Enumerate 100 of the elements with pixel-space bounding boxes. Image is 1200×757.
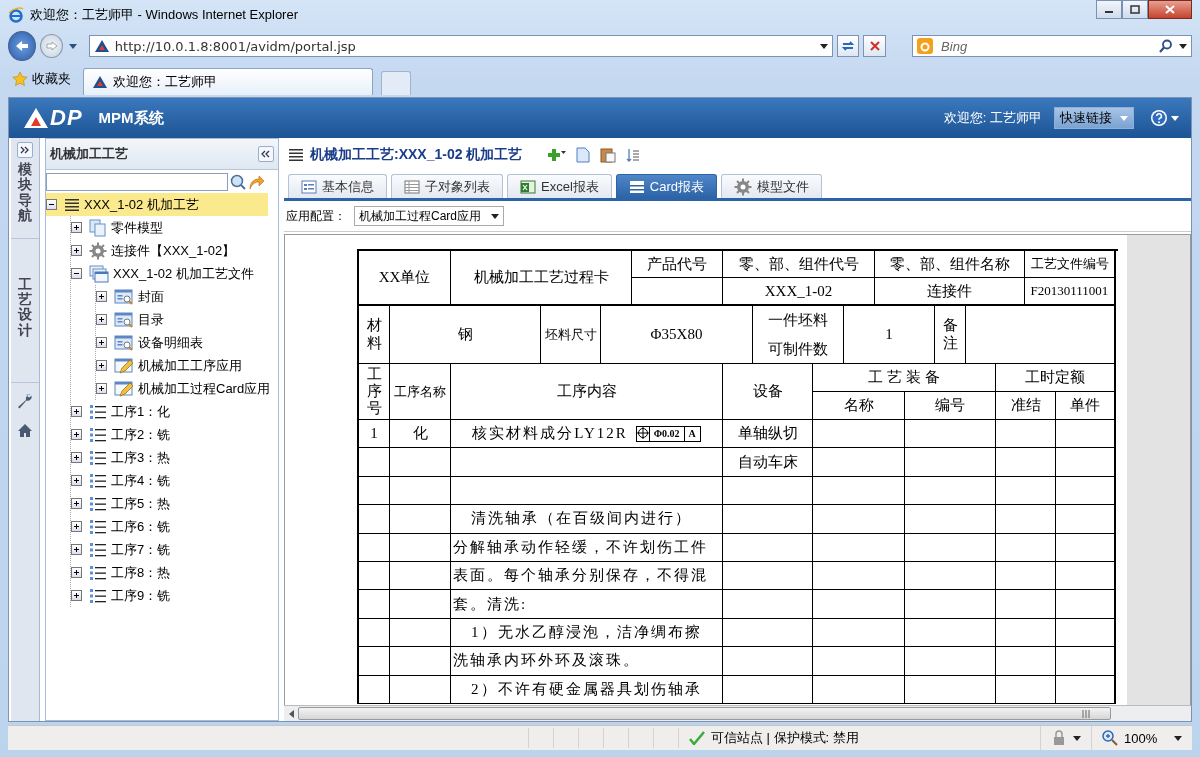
tree-search-field[interactable] — [46, 173, 228, 191]
collapse-toggle[interactable] — [71, 268, 82, 279]
expand-toggle[interactable] — [96, 291, 107, 302]
table-cell: 化 — [390, 420, 451, 449]
tree-item[interactable]: 封面 — [96, 285, 171, 308]
nav-section-tab[interactable]: 模块导航 — [18, 158, 32, 228]
tree-item[interactable]: XXX_1-02 机加工艺 — [46, 193, 268, 216]
expand-panel-button[interactable] — [17, 142, 33, 158]
stop-button[interactable] — [863, 35, 887, 57]
tree-item[interactable]: 工序9：铣 — [71, 584, 178, 607]
numbered-list-icon — [89, 495, 107, 512]
tree-item[interactable]: 机械加工过程Card应用 — [96, 377, 278, 400]
config-dropdown[interactable]: 机械加工过程Card应用 — [354, 206, 504, 226]
history-dropdown[interactable] — [66, 41, 79, 51]
expand-toggle[interactable] — [71, 544, 82, 555]
search-button[interactable] — [230, 174, 246, 190]
expand-toggle[interactable] — [71, 475, 82, 486]
table-cell: 工 艺 装 备 — [813, 364, 996, 392]
expand-toggle[interactable] — [71, 590, 82, 601]
help-button[interactable] — [1148, 107, 1181, 129]
empty-cell — [996, 618, 1056, 648]
expand-toggle[interactable] — [71, 245, 82, 256]
table-cell: 1 — [844, 306, 935, 364]
tree-item[interactable]: 零件模型 — [71, 216, 170, 239]
table-cell: XX单位 — [359, 251, 451, 306]
check-icon — [689, 731, 705, 745]
expand-toggle[interactable] — [71, 452, 82, 463]
tab[interactable]: Excel报表 — [507, 174, 612, 198]
tree-item[interactable]: 工序7：铣 — [71, 538, 178, 561]
quick-links-dropdown[interactable]: 快速链接 — [1054, 107, 1134, 129]
scrollbar-thumb[interactable] — [298, 707, 1111, 720]
search-provider-icon — [917, 38, 934, 54]
expand-toggle[interactable] — [71, 429, 82, 440]
close-button[interactable] — [1148, 0, 1192, 19]
expand-toggle[interactable] — [71, 222, 82, 233]
tree-item[interactable]: 工序8：热 — [71, 561, 178, 584]
nav-section-tab[interactable]: 工艺设计 — [18, 272, 32, 343]
tree-item[interactable]: 工序6：铣 — [71, 515, 178, 538]
browser-logo-icon — [8, 7, 24, 23]
table-cell: 准结 — [996, 392, 1056, 420]
welcome-text: 欢迎您: 工艺师甲 — [943, 109, 1042, 127]
table-cell: 工序名称 — [390, 364, 451, 420]
empty-cell — [1056, 448, 1116, 477]
expand-toggle[interactable] — [96, 383, 107, 394]
cell-text: 核实材料成分LY12R — [472, 424, 628, 444]
tree-item[interactable]: 机械加工工序应用 — [96, 354, 249, 377]
zoom-dropdown[interactable]: 100% — [1091, 726, 1192, 750]
numbered-list-icon — [89, 541, 107, 558]
numbered-list-icon — [89, 449, 107, 466]
expand-toggle[interactable] — [71, 521, 82, 532]
maximize-icon — [1130, 5, 1140, 14]
tree-item[interactable]: 连接件【XXX_1-02】 — [71, 239, 243, 262]
browser-tab[interactable]: 欢迎您：工艺师甲 — [83, 68, 373, 95]
tree-item[interactable]: 工序1：化 — [71, 400, 178, 423]
tab[interactable]: 子对象列表 — [391, 174, 503, 198]
tree-item[interactable]: 工序4：铣 — [71, 469, 178, 492]
empty-cell — [1056, 476, 1116, 506]
empty-cell — [390, 505, 451, 534]
search-box[interactable]: Bing — [912, 35, 1192, 57]
collapse-panel-button[interactable] — [258, 146, 274, 162]
empty-cell — [996, 476, 1056, 506]
table-cell: 一件坯料可制件数 — [753, 306, 844, 364]
expand-toggle[interactable] — [96, 360, 107, 371]
table-cell: 工序号 — [359, 364, 390, 420]
config-label: 应用配置： — [286, 207, 346, 225]
refresh-icon — [841, 40, 856, 52]
tree-item[interactable]: 工序2：铣 — [71, 423, 178, 446]
tree-item[interactable]: 目录 — [96, 308, 171, 331]
refresh-button[interactable] — [836, 35, 860, 57]
expand-toggle[interactable] — [96, 314, 107, 325]
tab[interactable]: Card报表 — [615, 174, 717, 198]
locate-button[interactable] — [248, 174, 264, 190]
expand-toggle[interactable] — [71, 567, 82, 578]
back-button[interactable] — [8, 31, 37, 61]
table-cell: 单轴纵切 — [723, 420, 813, 449]
empty-cell — [996, 420, 1056, 449]
empty-cell — [1056, 590, 1116, 619]
favorites-button[interactable]: 收藏夹 — [8, 65, 75, 93]
table-cell: 1 — [359, 420, 390, 449]
tree-item[interactable]: 工序5：热 — [71, 492, 178, 515]
table-cell: 单件 — [1056, 392, 1116, 420]
forward-button[interactable] — [40, 34, 63, 58]
search-field[interactable]: Bing — [939, 37, 1153, 55]
list-icon — [64, 197, 80, 212]
address-field[interactable]: http://10.0.1.8:8001/avidm/portal.jsp — [88, 35, 833, 57]
table-cell: 机械加工工艺过程卡 — [451, 251, 632, 306]
tree-item[interactable]: 工序3：热 — [71, 446, 178, 469]
tab[interactable]: 基本信息 — [288, 174, 387, 198]
expand-toggle[interactable] — [71, 498, 82, 509]
collapse-toggle[interactable] — [46, 199, 57, 210]
empty-cell — [390, 590, 451, 619]
tree-item[interactable]: 设备明细表 — [96, 331, 210, 354]
expand-toggle[interactable] — [71, 406, 82, 417]
document-icon — [576, 146, 591, 163]
tab[interactable]: 模型文件 — [721, 174, 822, 198]
minimize-button[interactable] — [1096, 0, 1122, 19]
expand-toggle[interactable] — [96, 337, 107, 348]
maximize-button[interactable] — [1122, 0, 1148, 19]
empty-cell — [1056, 618, 1116, 648]
tree-item[interactable]: XXX_1-02 机加工艺文件 — [71, 262, 261, 285]
